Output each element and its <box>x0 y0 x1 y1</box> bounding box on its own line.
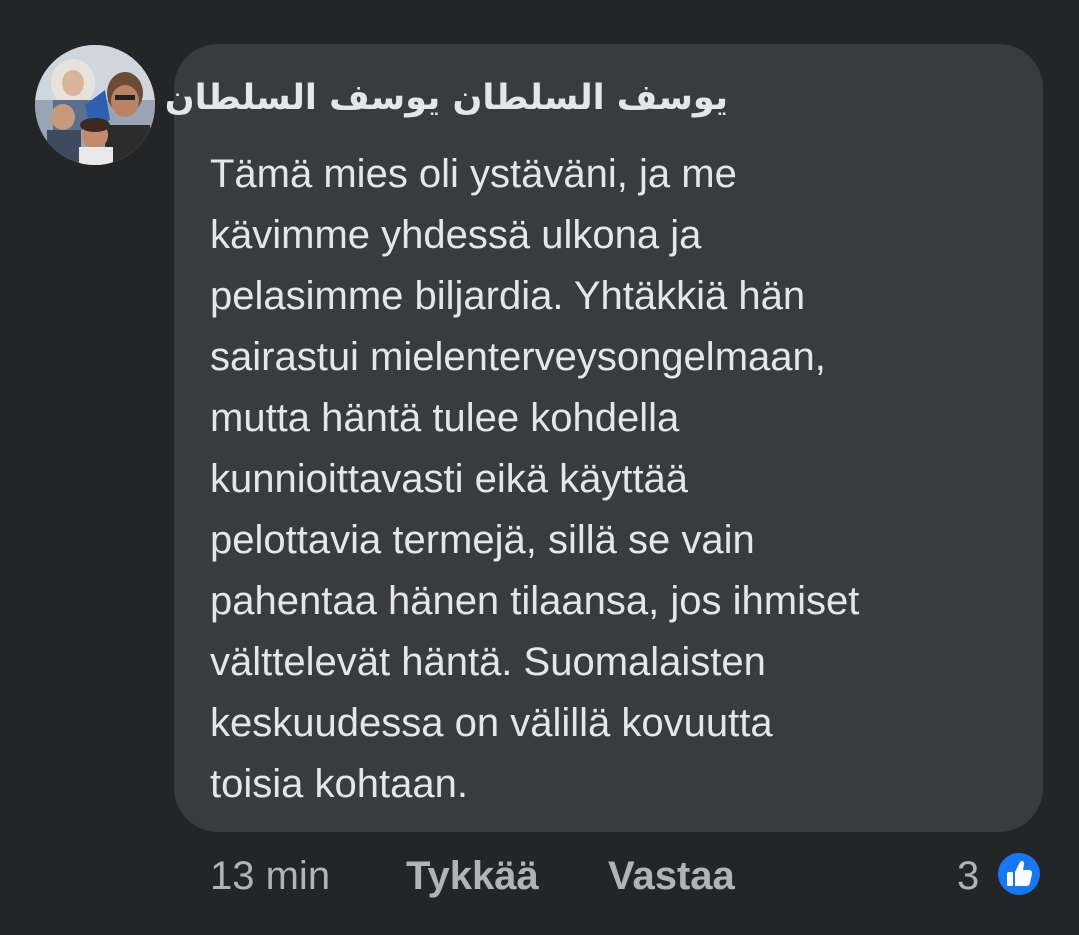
reply-button[interactable]: Vastaa <box>608 848 735 904</box>
comment-text-line: Tämä mies oli ystäväni, ja me <box>210 152 737 196</box>
comment-text-line: pelasimme biljardia. Yhtäkkiä hän <box>210 274 806 318</box>
comment-text-line: pelottavia termejä, sillä se vain <box>210 518 755 562</box>
comment-text-line: sairastui mielenterveysongelmaan, <box>210 335 826 379</box>
like-thumbs-up-icon[interactable] <box>994 849 1044 899</box>
reaction-count[interactable]: 3 <box>957 848 979 904</box>
comment-text-line: pahentaa hänen tilaansa, jos ihmiset <box>210 579 860 623</box>
comment-text-line: keskuudessa on välillä kovuutta <box>210 701 773 745</box>
comment-text-line: välttelevät häntä. Suomalaisten <box>210 640 766 684</box>
comment-author-name[interactable]: يوسف السلطان يوسف السلطان <box>165 72 728 124</box>
comment-text-line: kävimme yhdessä ulkona ja <box>210 213 702 257</box>
comment-text-line: mutta häntä tulee kohdella <box>210 396 680 440</box>
comment-timestamp[interactable]: 13 min <box>210 848 330 904</box>
like-button[interactable]: Tykkää <box>406 848 539 904</box>
comment-text: Tämä mies oli ystäväni, ja me kävimme yh… <box>210 144 1010 815</box>
comment-text-line: toisia kohtaan. <box>210 762 468 806</box>
comment-text-line: kunnioittavasti eikä käyttää <box>210 457 689 501</box>
author-avatar[interactable] <box>35 45 155 165</box>
avatar-photo <box>35 45 155 165</box>
